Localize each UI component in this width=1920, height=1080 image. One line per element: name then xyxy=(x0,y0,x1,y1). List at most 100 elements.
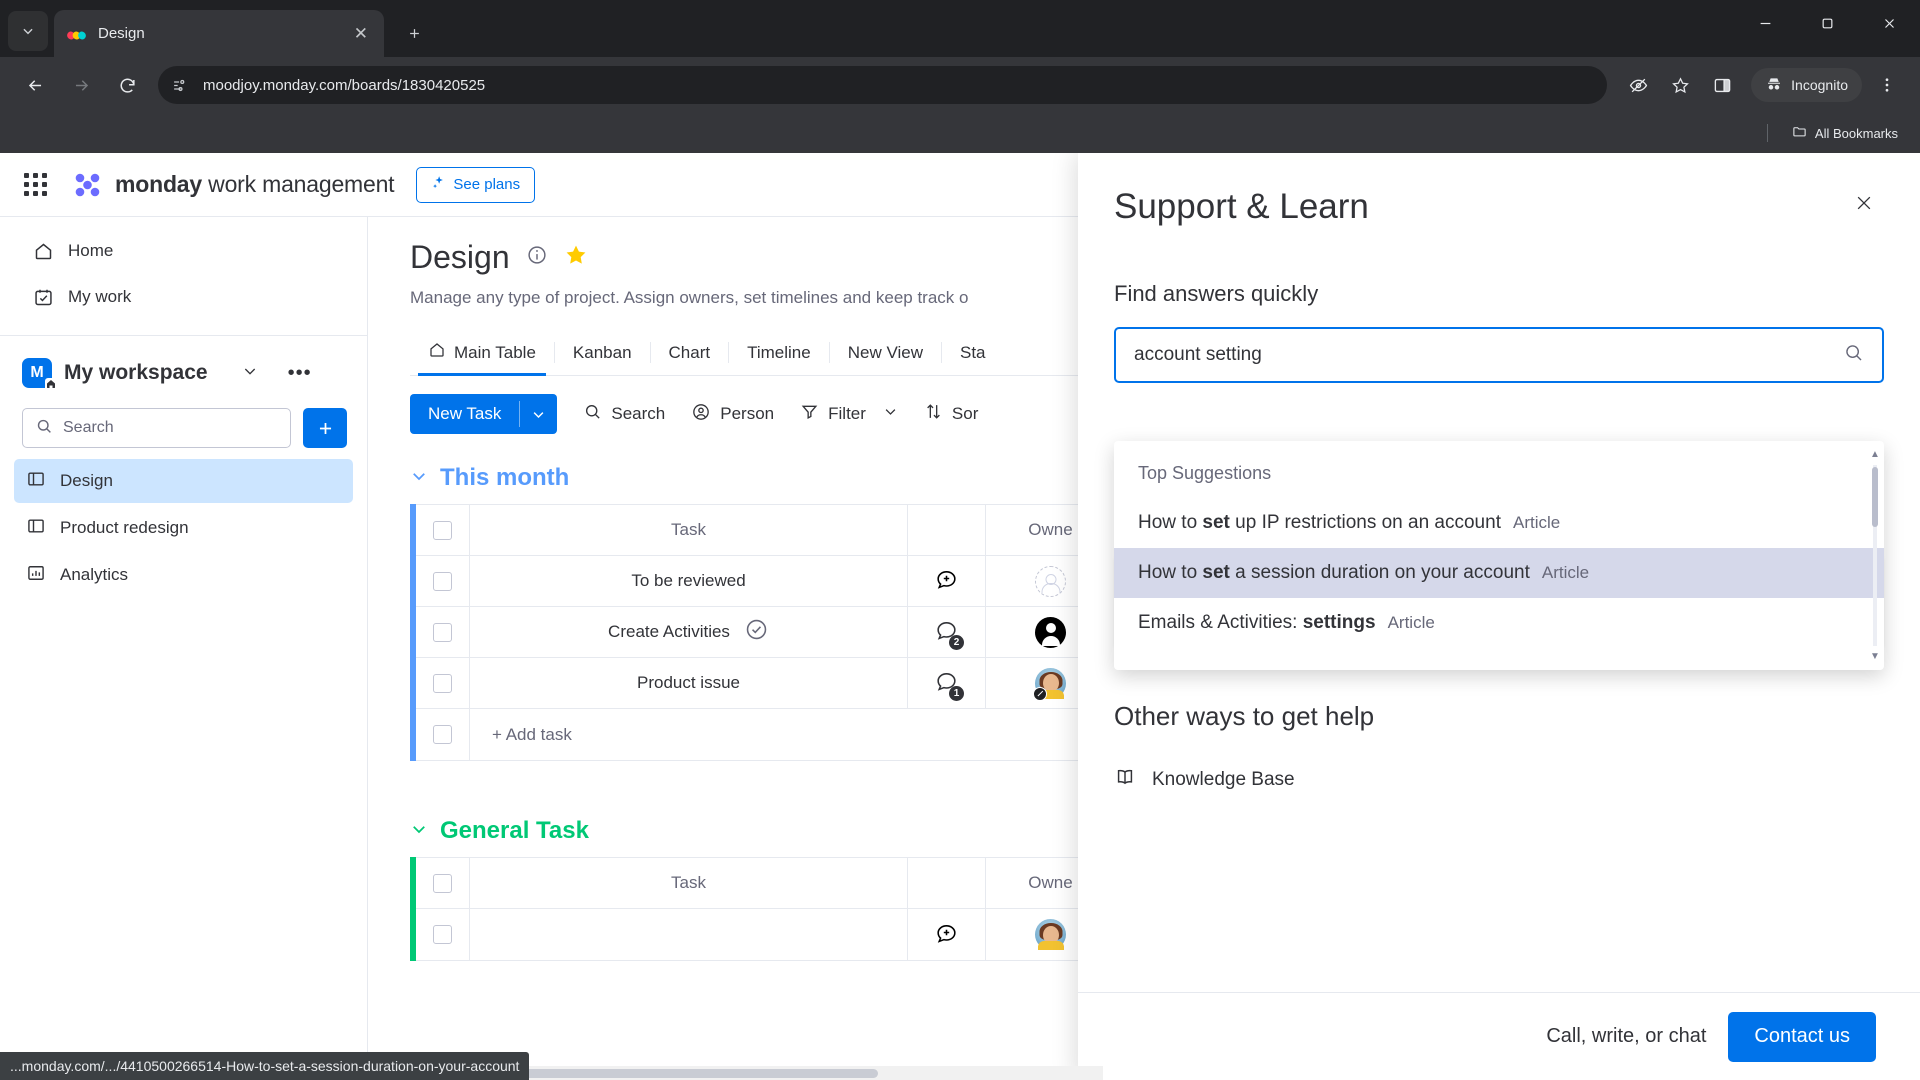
caret-up-icon[interactable]: ▲ xyxy=(1870,449,1880,460)
sidebar-item-analytics[interactable]: Analytics xyxy=(14,553,353,597)
column-header-task[interactable]: Task xyxy=(470,505,907,555)
board-search-button[interactable]: Search xyxy=(583,402,665,426)
comments-icon[interactable]: 1 xyxy=(934,668,964,701)
chevron-down-icon[interactable] xyxy=(520,394,557,434)
apps-grid-icon[interactable] xyxy=(24,173,47,196)
checkbox[interactable] xyxy=(433,925,452,944)
browser-tab[interactable]: Design ✕ xyxy=(54,10,384,57)
updates-cell[interactable]: 2 xyxy=(907,607,985,657)
minimize-icon[interactable] xyxy=(1734,0,1796,47)
new-task-button[interactable]: New Task xyxy=(410,394,558,434)
checkbox[interactable] xyxy=(433,622,452,642)
done-check-icon[interactable] xyxy=(744,617,769,647)
address-bar[interactable]: moodjoy.monday.com/boards/1830420525 xyxy=(158,66,1608,104)
checkbox[interactable] xyxy=(433,520,452,540)
checkbox[interactable] xyxy=(433,571,452,591)
checkbox[interactable] xyxy=(433,873,452,893)
contact-us-button[interactable]: Contact us xyxy=(1728,1011,1876,1062)
eye-off-icon[interactable] xyxy=(1620,67,1656,103)
sidebar-item-design[interactable]: Design xyxy=(14,459,353,503)
avatar[interactable] xyxy=(1035,565,1066,597)
star-filled-icon[interactable] xyxy=(564,243,588,272)
see-plans-button[interactable]: See plans xyxy=(416,166,536,203)
sidebar-item-my-work[interactable]: My work xyxy=(10,275,357,319)
suggestion-item[interactable]: How to set a session duration on your ac… xyxy=(1114,548,1884,598)
close-icon[interactable] xyxy=(1848,187,1880,223)
more-options-icon[interactable]: ••• xyxy=(288,362,312,385)
chevron-down-icon[interactable] xyxy=(242,363,258,384)
support-search-input[interactable]: account setting xyxy=(1114,327,1884,383)
incognito-indicator[interactable]: Incognito xyxy=(1751,68,1862,102)
checkbox[interactable] xyxy=(433,673,452,693)
table-row[interactable]: Create Activities 2 xyxy=(416,607,1115,658)
sidebar-item-product-redesign[interactable]: Product redesign xyxy=(14,506,353,550)
sidebar-item-home[interactable]: Home xyxy=(10,229,357,273)
table-row[interactable]: Product issue 1 xyxy=(416,658,1115,709)
close-icon[interactable] xyxy=(1858,0,1920,47)
sort-button[interactable]: Sor xyxy=(924,402,978,426)
maximize-icon[interactable] xyxy=(1796,0,1858,47)
filter-button[interactable]: Filter xyxy=(800,402,898,426)
row-select-cell[interactable] xyxy=(416,607,470,657)
column-header-task[interactable]: Task xyxy=(470,858,907,908)
updates-cell[interactable]: 1 xyxy=(907,658,985,708)
tab-kanban[interactable]: Kanban xyxy=(555,330,650,375)
add-board-button[interactable] xyxy=(303,408,347,448)
scrollbar-thumb[interactable] xyxy=(1872,467,1878,527)
add-task-row[interactable]: + Add task xyxy=(416,709,1115,760)
close-icon[interactable]: ✕ xyxy=(350,21,372,46)
avatar[interactable] xyxy=(1035,616,1066,648)
tab-new-view[interactable]: New View xyxy=(830,330,941,375)
suggestion-item[interactable]: How to set up IP restrictions on an acco… xyxy=(1114,498,1884,548)
new-tab-button[interactable] xyxy=(396,15,432,51)
search-icon[interactable] xyxy=(1843,342,1864,369)
task-cell[interactable]: Create Activities xyxy=(470,607,907,657)
tab-search-button[interactable] xyxy=(8,11,48,51)
side-panel-icon[interactable] xyxy=(1704,67,1740,103)
chevron-down-icon[interactable] xyxy=(883,404,898,424)
knowledge-base-link[interactable]: Knowledge Base xyxy=(1114,766,1884,794)
page-info-icon[interactable] xyxy=(172,77,189,94)
tab-timeline[interactable]: Timeline xyxy=(729,330,829,375)
scrollbar-thumb[interactable] xyxy=(518,1069,878,1078)
add-comment-icon[interactable] xyxy=(934,920,959,950)
table-row[interactable] xyxy=(416,909,1115,960)
caret-down-icon[interactable]: ▼ xyxy=(1870,651,1880,662)
arrow-right-icon[interactable] xyxy=(61,65,101,105)
chevron-down-icon[interactable] xyxy=(410,467,428,489)
tab-chart[interactable]: Chart xyxy=(651,330,729,375)
all-bookmarks-button[interactable]: All Bookmarks xyxy=(1784,120,1906,146)
add-comment-icon[interactable] xyxy=(934,566,959,596)
select-all-cell[interactable] xyxy=(416,858,470,908)
tab-stats[interactable]: Sta xyxy=(942,330,1004,375)
reload-icon[interactable] xyxy=(107,65,147,105)
avatar[interactable] xyxy=(1035,919,1066,950)
row-select-cell[interactable] xyxy=(416,556,470,606)
checkbox[interactable] xyxy=(433,725,452,744)
search-input[interactable]: Search xyxy=(22,408,291,448)
add-task-cell[interactable]: + Add task xyxy=(470,709,1115,760)
arrow-left-icon[interactable] xyxy=(15,65,55,105)
kebab-menu-icon[interactable] xyxy=(1869,67,1905,103)
info-icon[interactable] xyxy=(526,244,548,271)
suggestion-item[interactable]: Emails & Activities: settings Article xyxy=(1114,598,1884,648)
suggestion-item-clipped[interactable] xyxy=(1114,648,1884,670)
updates-cell[interactable] xyxy=(907,909,985,960)
task-cell[interactable] xyxy=(470,909,907,960)
task-cell[interactable]: Product issue xyxy=(470,658,907,708)
row-select-cell[interactable] xyxy=(416,909,470,960)
comments-icon[interactable]: 2 xyxy=(934,617,964,650)
row-select-cell[interactable] xyxy=(416,709,470,760)
row-select-cell[interactable] xyxy=(416,658,470,708)
select-all-cell[interactable] xyxy=(416,505,470,555)
avatar[interactable] xyxy=(1033,667,1066,701)
tab-main-table[interactable]: Main Table xyxy=(410,330,554,376)
person-filter-button[interactable]: Person xyxy=(691,402,774,427)
suggestions-scrollbar[interactable]: ▲ ▼ xyxy=(1870,449,1880,662)
table-row[interactable]: To be reviewed xyxy=(416,556,1115,607)
workspace-selector[interactable]: M My workspace ••• xyxy=(0,336,367,398)
task-cell[interactable]: To be reviewed xyxy=(470,556,907,606)
updates-cell[interactable] xyxy=(907,556,985,606)
star-icon[interactable] xyxy=(1662,67,1698,103)
chevron-down-icon[interactable] xyxy=(410,820,428,842)
